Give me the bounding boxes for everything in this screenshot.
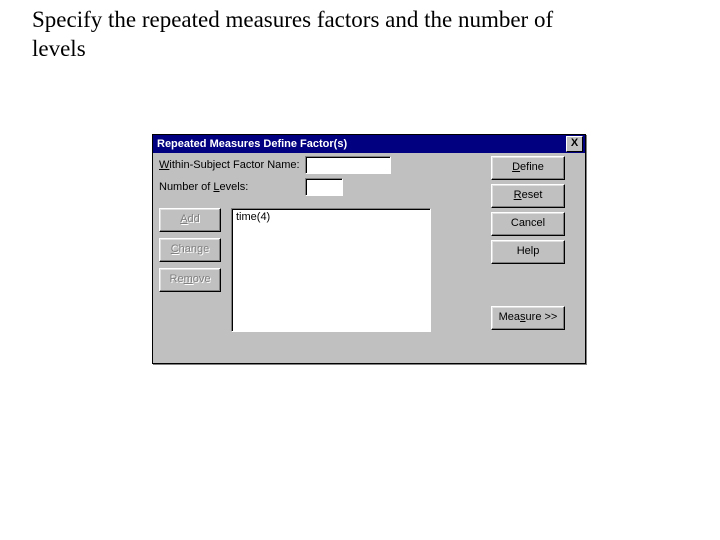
close-button[interactable]: X <box>566 136 583 152</box>
page-heading: Specify the repeated measures factors an… <box>32 6 592 64</box>
titlebar: Repeated Measures Define Factor(s) X <box>153 135 585 153</box>
num-levels-label: Number of Levels: <box>159 181 248 193</box>
dialog-title: Repeated Measures Define Factor(s) <box>157 138 347 150</box>
within-subject-label: Within-Subject Factor Name: <box>159 159 300 171</box>
num-levels-input[interactable] <box>305 178 343 196</box>
close-icon: X <box>571 137 578 149</box>
dialog-body: Within-Subject Factor Name: Number of Le… <box>153 153 585 363</box>
remove-button[interactable]: Remove <box>159 268 221 292</box>
repeated-measures-dialog: Repeated Measures Define Factor(s) X Wit… <box>152 134 586 364</box>
factor-name-input[interactable] <box>305 156 391 174</box>
factors-listbox[interactable]: time(4) <box>231 208 431 332</box>
define-button[interactable]: Define <box>491 156 565 180</box>
cancel-button[interactable]: Cancel <box>491 212 565 236</box>
add-button[interactable]: Add <box>159 208 221 232</box>
reset-button[interactable]: Reset <box>491 184 565 208</box>
measure-button[interactable]: Measure >> <box>491 306 565 330</box>
list-item[interactable]: time(4) <box>236 211 426 223</box>
change-button[interactable]: Change <box>159 238 221 262</box>
help-button[interactable]: Help <box>491 240 565 264</box>
